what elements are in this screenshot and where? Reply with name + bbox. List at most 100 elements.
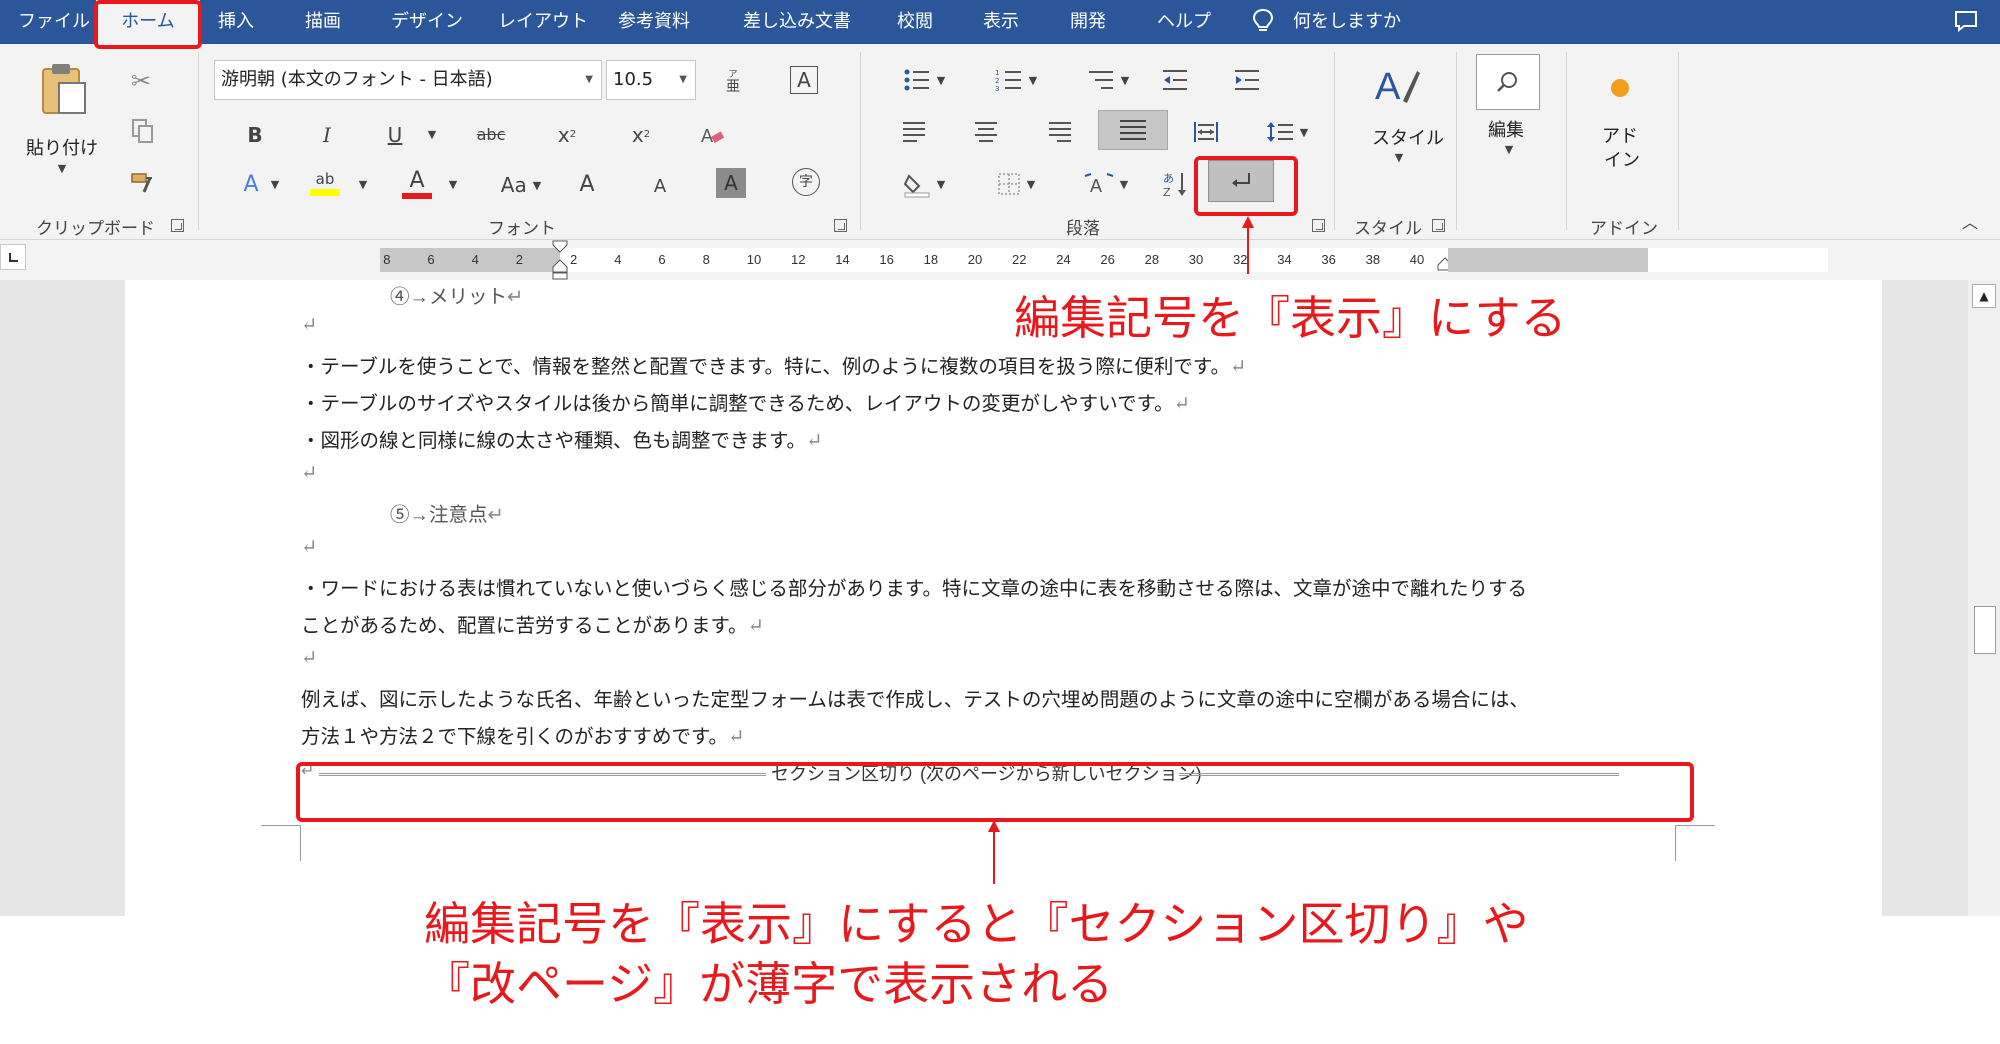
font-name-box[interactable]: 游明朝 (本文のフォント - 日本語) ▼ [214,60,602,100]
chevron-down-icon[interactable]: ▼ [585,61,593,99]
underline-button[interactable]: U [380,118,410,152]
tab-mailings[interactable]: 差し込み文書 [743,0,851,44]
paragraph-2-line-1[interactable]: 例えば、図に示したような氏名、年齢といった定型フォームは表で作成し、テストの穴埋… [301,683,1529,712]
section-break-highlight [296,762,1694,822]
styles-launcher-icon[interactable] [1432,219,1445,232]
styles-gallery-icon[interactable]: A [1372,60,1422,110]
enclose-characters-button[interactable]: 字 [792,168,820,196]
highlight-button[interactable]: ab [308,164,342,204]
bullet-line-2[interactable]: ・テーブルのサイズやスタイルは後から簡単に調整できるため、レイアウトの変更がしや… [301,387,1190,416]
editing-dropdown-icon[interactable]: ▼ [1502,142,1516,156]
home-tab-highlight [94,0,202,49]
justify-button-active[interactable] [1098,110,1168,150]
bold-button[interactable]: B [240,118,270,152]
collapse-ribbon-icon[interactable]: ︿ [1956,212,1984,234]
ruler-tick-label: 8 [383,252,391,267]
cut-icon[interactable]: ✂ [126,66,156,96]
bullet-line-1[interactable]: ・テーブルを使うことで、情報を整然と配置できます。特に、例のように複数の項目を扱… [301,350,1246,379]
empty-paragraph[interactable]: ↵ [301,535,317,558]
tab-selector-button[interactable] [0,244,26,270]
shading-button[interactable]: ▼ [896,166,952,202]
empty-paragraph[interactable]: ↵ [301,646,317,669]
vertical-scrollbar[interactable]: ▲ [1968,280,2000,916]
asian-layout-button[interactable]: A ▼ [1078,166,1134,202]
text-effects-dropdown-icon[interactable]: ▼ [268,176,282,192]
character-shading-button[interactable]: A [716,168,746,198]
highlight-dropdown-icon[interactable]: ▼ [356,176,370,192]
strikethrough-button[interactable]: abc [474,118,508,152]
ruler-tick-label: 26 [1100,252,1115,267]
clipboard-launcher-icon[interactable] [171,219,184,232]
distributed-align-icon[interactable] [1190,116,1222,148]
paste-label[interactable]: 貼り付け [26,134,98,160]
copy-icon[interactable] [128,116,158,146]
tab-file[interactable]: ファイル [18,0,90,44]
align-center-icon[interactable] [970,116,1002,148]
line-spacing-button[interactable]: ▼ [1262,116,1312,148]
tab-layout[interactable]: レイアウト [498,0,588,44]
subscript-button[interactable]: x2 [552,118,582,152]
change-case-button[interactable]: Aa ▼ [498,168,544,202]
paste-dropdown-icon[interactable]: ▼ [54,160,70,176]
lightbulb-icon[interactable] [1252,8,1274,34]
tab-review[interactable]: 校閲 [897,0,933,44]
decrease-indent-icon[interactable] [1158,64,1192,96]
format-painter-icon[interactable] [128,168,158,198]
crop-mark [261,825,301,826]
tab-draw[interactable]: 描画 [305,0,341,44]
multilevel-list-button[interactable]: ▼ [1080,64,1136,96]
borders-button[interactable]: ▼ [988,166,1044,202]
font-color-button[interactable]: A [400,164,434,204]
show-marks-highlight [1194,156,1298,216]
text-effects-button[interactable]: A [236,168,266,202]
font-size-box[interactable]: 10.5 ▼ [606,60,696,100]
shrink-font-button[interactable]: A [646,172,674,202]
character-border-icon[interactable]: A [790,66,818,94]
ruler-tick-label: 10 [746,252,762,267]
editing-button[interactable] [1476,54,1540,110]
clear-formatting-icon[interactable]: A [698,118,726,152]
align-left-icon[interactable] [898,116,930,148]
scroll-up-icon[interactable]: ▲ [1972,284,1996,308]
addin-icon[interactable] [1600,68,1640,108]
scroll-thumb[interactable] [1974,606,1996,654]
italic-button[interactable]: I [312,118,342,152]
tab-design[interactable]: デザイン [391,0,463,44]
font-name-value: 游明朝 (本文のフォント - 日本語) [221,69,493,90]
align-right-icon[interactable] [1044,116,1076,148]
heading-merit[interactable]: ④→メリット↵ [390,280,523,309]
tab-view[interactable]: 表示 [983,0,1019,44]
chevron-down-icon[interactable]: ▼ [679,61,687,99]
addins-label-1[interactable]: アド [1602,122,1638,148]
tab-references[interactable]: 参考資料 [618,0,690,44]
styles-button-label[interactable]: スタイル [1372,124,1444,150]
bullet-line-3[interactable]: ・図形の線と同様に線の太さや種類、色も調整できます。↵ [301,424,822,453]
increase-indent-icon[interactable] [1230,64,1264,96]
paragraph-1-line-1[interactable]: ・ワードにおける表は慣れていないと使いづらく感じる部分があります。特に文章の途中… [301,572,1527,601]
comment-icon[interactable] [1954,10,1978,32]
paragraph-2-line-2[interactable]: 方法１や方法２で下線を引くのがおすすめです。↵ [301,720,744,749]
tell-me-search[interactable]: 何をしますか [1293,0,1401,44]
paragraph-1-line-2[interactable]: ことがあるため、配置に苦労することがあります。↵ [301,609,764,638]
indent-marker-icon[interactable] [552,240,568,280]
paste-button[interactable] [34,60,92,118]
tab-help[interactable]: ヘルプ [1157,0,1211,44]
numbering-button[interactable]: 123 ▼ [988,64,1044,96]
superscript-button[interactable]: x2 [626,118,656,152]
phonetic-guide-button[interactable]: ア亜 [718,64,748,100]
grow-font-button[interactable]: A [572,168,602,202]
underline-dropdown-icon[interactable]: ▼ [424,124,440,144]
styles-dropdown-icon[interactable]: ▼ [1392,150,1406,164]
paragraph-launcher-icon[interactable] [1312,219,1325,232]
sort-icon[interactable]: あZ [1158,166,1192,202]
editing-label[interactable]: 編集 [1488,116,1524,142]
tab-insert[interactable]: 挿入 [218,0,254,44]
empty-paragraph[interactable]: ↵ [301,313,317,336]
empty-paragraph[interactable]: ↵ [301,461,317,484]
tab-developer[interactable]: 開発 [1070,0,1106,44]
bullets-button[interactable]: ▼ [896,64,952,96]
addins-label-2[interactable]: イン [1604,146,1640,172]
font-color-dropdown-icon[interactable]: ▼ [446,176,460,192]
heading-caution[interactable]: ⑤→注意点↵ [390,498,504,527]
font-launcher-icon[interactable] [834,219,847,232]
